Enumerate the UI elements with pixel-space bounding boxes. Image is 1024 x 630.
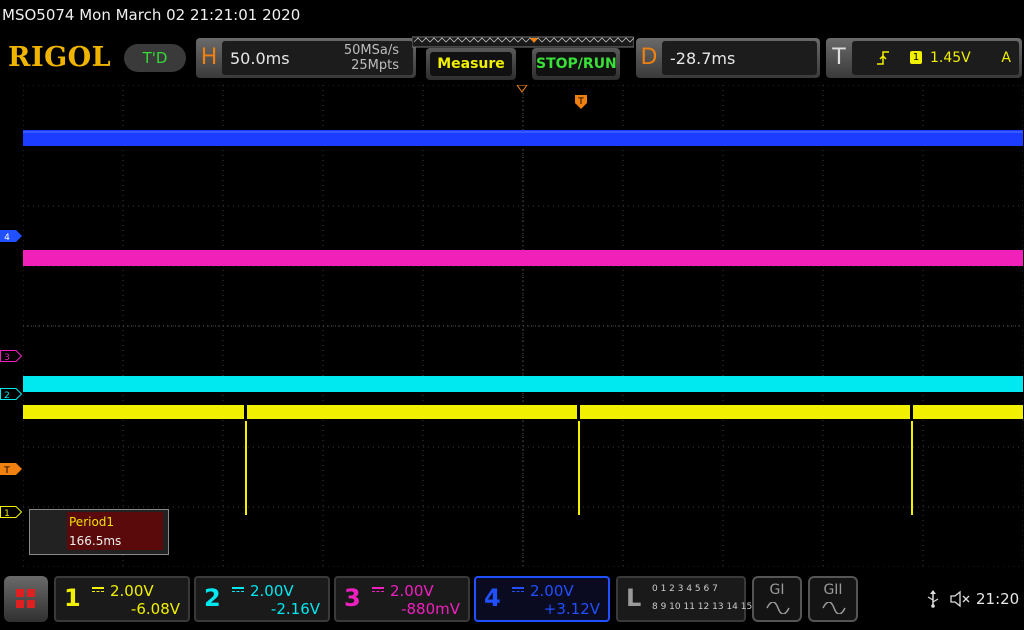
- channel-2-panel[interactable]: 2 2.00V -2.16V: [194, 576, 330, 622]
- delay-value: -28.7ms: [670, 49, 736, 68]
- dc-coupling-icon: [92, 587, 104, 592]
- rising-edge-icon: [877, 51, 889, 65]
- timebase-value: 50.0ms: [230, 49, 290, 68]
- generator-2-label: GII: [823, 582, 843, 598]
- trigger-source-badge: 1: [910, 51, 922, 64]
- ch3-trace: [23, 250, 1023, 266]
- memory-position-strip[interactable]: [412, 36, 634, 48]
- speaker-muted-icon[interactable]: [950, 590, 972, 608]
- stop-run-button-label: STOP/RUN: [536, 52, 617, 76]
- sine-wave-icon: [822, 602, 846, 614]
- ch2-marker[interactable]: 2: [0, 385, 23, 404]
- dc-coupling-icon: [232, 587, 244, 592]
- trigger-panel[interactable]: T 1 1.45V A: [826, 38, 1022, 78]
- ch3-marker[interactable]: 3: [0, 347, 23, 366]
- dc-coupling-icon: [512, 587, 524, 592]
- measurement-label: Period1: [69, 515, 115, 529]
- usb-icon: [927, 590, 939, 608]
- channel-1-panel[interactable]: 1 2.00V -6.08V: [54, 576, 190, 622]
- window-title: MSO5074 Mon March 02 21:21:01 2020: [2, 6, 301, 24]
- ch1-marker[interactable]: 1: [0, 503, 23, 522]
- channel-3-offset: -880mV: [401, 600, 460, 618]
- svg-text:T: T: [3, 466, 10, 475]
- channel-4-offset: +3.12V: [543, 600, 600, 618]
- channel-1-number: 1: [64, 584, 81, 612]
- channel-4-panel[interactable]: 4 2.00V +3.12V: [474, 576, 610, 622]
- trigger-position-marker: [516, 85, 528, 93]
- channel-2-number: 2: [204, 584, 221, 612]
- trigger-key: T: [832, 45, 846, 70]
- svg-text:2: 2: [4, 391, 10, 400]
- grid-menu-icon: [16, 589, 35, 608]
- generator-1-button[interactable]: GI: [752, 576, 802, 622]
- measure-button[interactable]: Measure: [426, 48, 516, 80]
- ch1-trace: [23, 405, 1023, 419]
- logic-key: L: [626, 584, 642, 612]
- channel-4-number: 4: [484, 584, 501, 612]
- graticule: [23, 85, 1023, 567]
- svg-text:4: 4: [4, 233, 10, 242]
- channel-3-panel[interactable]: 3 2.00V -880mV: [334, 576, 470, 622]
- menu-button[interactable]: [4, 576, 48, 622]
- generator-2-button[interactable]: GII: [808, 576, 858, 622]
- channel-2-offset: -2.16V: [270, 600, 320, 618]
- generator-1-label: GI: [769, 582, 785, 598]
- bottom-bar: 1 2.00V -6.08V 2 2.00V -2.16V 3 2.00V -8…: [0, 568, 1024, 630]
- stop-run-button[interactable]: STOP/RUN: [532, 48, 620, 80]
- mode-badge[interactable]: T'D: [124, 44, 186, 72]
- svg-text:3: 3: [4, 353, 10, 362]
- channel-1-scale: 2.00V: [110, 582, 154, 600]
- ch1-pulses: [245, 407, 913, 515]
- measurement-box[interactable]: Period1 166.5ms: [29, 509, 169, 555]
- channel-3-scale: 2.00V: [390, 582, 434, 600]
- title-bar: MSO5074 Mon March 02 21:21:01 2020: [0, 0, 1024, 34]
- channel-4-scale: 2.00V: [530, 582, 574, 600]
- logic-analyzer-panel[interactable]: L 0 1 2 3 4 5 6 7 8 9 10 11 12 13 14 15: [616, 576, 752, 622]
- trigger-level-marker[interactable]: T: [0, 460, 22, 479]
- measure-button-label: Measure: [430, 52, 512, 76]
- memory-depth: 25Mpts: [351, 58, 399, 73]
- brand-logo: RIGOL: [8, 42, 112, 73]
- ch2-trace: [23, 376, 1023, 392]
- horizontal-panel[interactable]: H 50.0ms 50MSa/s 25Mpts: [196, 38, 416, 78]
- measurement-value: 166.5ms: [69, 534, 122, 548]
- sine-wave-icon: [766, 602, 790, 614]
- logic-bits-high: 8 9 10 11 12 13 14 15: [652, 602, 753, 612]
- logic-bits-low: 0 1 2 3 4 5 6 7: [652, 584, 718, 594]
- channel-1-offset: -6.08V: [130, 600, 180, 618]
- delay-key: D: [640, 45, 658, 70]
- channel-3-number: 3: [344, 584, 361, 612]
- ch4-marker[interactable]: 4: [0, 227, 22, 246]
- trigger-level: 1.45V: [930, 50, 971, 66]
- channel-2-scale: 2.00V: [250, 582, 294, 600]
- trigger-mode: A: [1001, 50, 1011, 66]
- delay-panel[interactable]: D -28.7ms: [636, 38, 820, 78]
- waveform-display[interactable]: T Period1 166.5ms: [23, 85, 1023, 567]
- svg-text:1: 1: [4, 509, 10, 518]
- dc-coupling-icon: [372, 587, 384, 592]
- svg-text:T: T: [577, 97, 584, 107]
- clock: 21:20: [976, 590, 1020, 608]
- sample-rate: 50MSa/s: [343, 43, 399, 58]
- trigger-delay-marker[interactable]: T: [575, 94, 587, 109]
- horizontal-key: H: [200, 45, 218, 70]
